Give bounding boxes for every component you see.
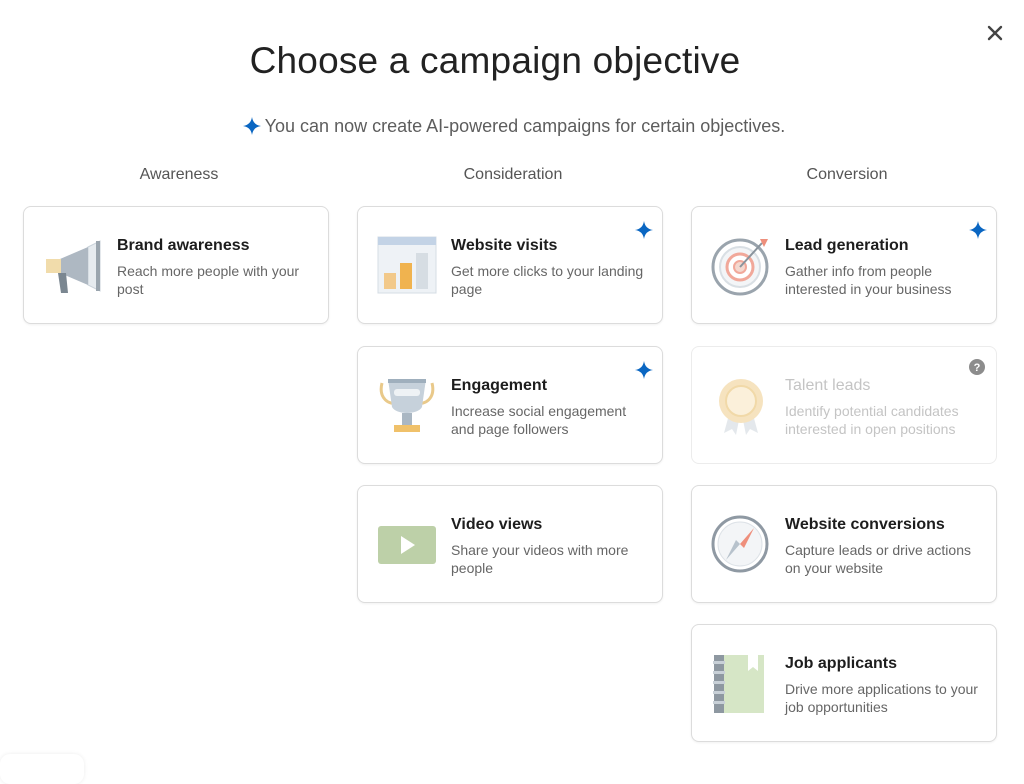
card-description: Capture leads or drive actions on your w… (785, 542, 971, 576)
objective-card-talent-leads: Talent leads Identify potential candidat… (691, 346, 997, 464)
ai-sparkle-icon (969, 221, 987, 239)
trophy-icon (379, 379, 435, 432)
card-title: Website visits (451, 237, 558, 254)
card-title: Video views (451, 516, 543, 533)
play-icon (378, 526, 436, 564)
column-heading-awareness: Awareness (139, 166, 219, 183)
card-description: Increase social engagement and page foll… (451, 403, 627, 437)
page-title: Choose a campaign objective (249, 40, 741, 81)
objective-card-engagement[interactable]: Engagement Increase social engagement an… (357, 346, 663, 464)
card-title: Engagement (451, 377, 548, 394)
help-icon[interactable]: ? (968, 358, 986, 376)
ai-notice-text: You can now create AI-powered campaigns … (264, 116, 786, 136)
sparkle-icon (242, 117, 261, 135)
rosette-icon (719, 379, 763, 435)
card-title: Brand awareness (117, 237, 250, 254)
target-icon (711, 238, 769, 296)
ai-notice: You can now create AI-powered campaigns … (0, 116, 1024, 137)
ai-sparkle-icon (635, 221, 653, 239)
card-description: Drive more applications to your job oppo… (785, 681, 978, 715)
notebook-icon (713, 655, 764, 713)
compass-icon (711, 515, 769, 573)
card-title: Talent leads (785, 377, 871, 394)
objective-card-website-conversions[interactable]: Website conversions Capture leads or dri… (691, 485, 997, 603)
card-title: Job applicants (785, 655, 898, 672)
card-description: Get more clicks to your landing page (451, 263, 644, 297)
objective-card-lead-generation[interactable]: Lead generation Gather info from people … (691, 206, 997, 324)
column-heading-conversion: Conversion (806, 166, 888, 183)
megaphone-icon (46, 240, 101, 293)
card-description: Share your videos with more people (451, 542, 629, 576)
objective-card-job-applicants[interactable]: Job applicants Drive more applications t… (691, 624, 997, 742)
close-icon[interactable] (982, 20, 1008, 46)
ai-sparkle-icon (635, 361, 653, 379)
floating-panel-edge (0, 754, 84, 784)
objective-card-website-visits[interactable]: Website visits Get more clicks to your l… (357, 206, 663, 324)
card-description: Identify potential candidates interested… (785, 403, 959, 437)
card-title: Lead generation (785, 237, 909, 254)
card-title: Website conversions (785, 516, 945, 533)
svg-text:?: ? (974, 362, 981, 374)
card-description: Reach more people with your post (117, 263, 300, 297)
objective-card-brand-awareness[interactable]: Brand awareness Reach more people with y… (23, 206, 329, 324)
column-heading-consideration: Consideration (463, 166, 563, 183)
card-description: Gather info from people interested in yo… (785, 263, 952, 297)
bar-chart-icon (377, 236, 437, 294)
objective-card-video-views[interactable]: Video views Share your videos with more … (357, 485, 663, 603)
